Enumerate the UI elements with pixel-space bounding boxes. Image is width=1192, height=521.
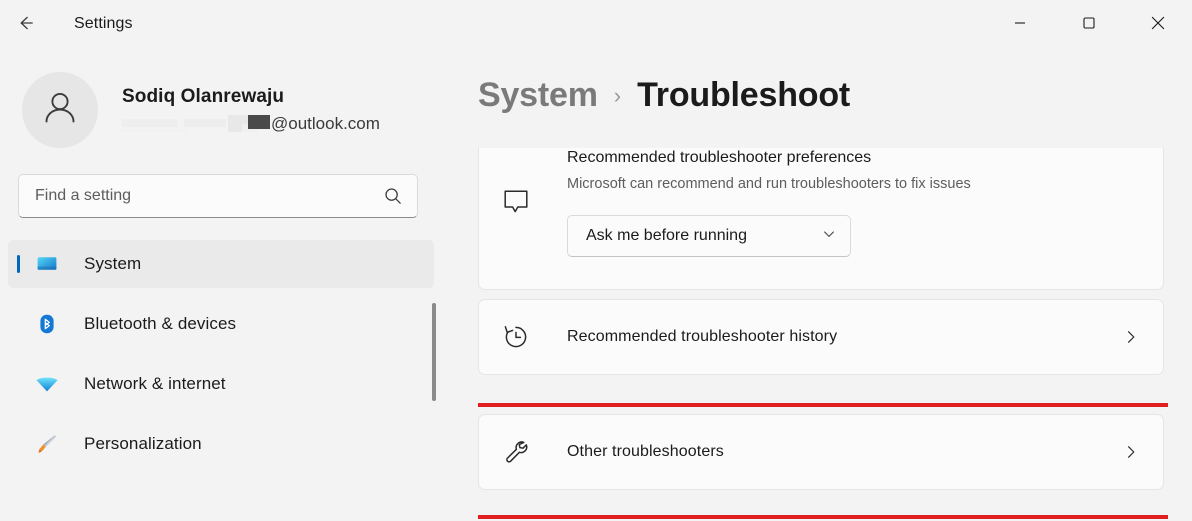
- email-domain: @outlook.com: [271, 112, 380, 136]
- bluetooth-icon: [34, 311, 60, 337]
- sidebar-item-label: Bluetooth & devices: [84, 314, 236, 334]
- wifi-icon: [34, 371, 60, 397]
- user-profile[interactable]: Sodiq Olanrewaju @outlook.com: [0, 48, 444, 148]
- settings-window: Settings: [0, 0, 1192, 521]
- sidebar-item-system[interactable]: System: [8, 240, 434, 288]
- profile-text: Sodiq Olanrewaju @outlook.com: [122, 85, 380, 136]
- sidebar-nav: System Bluetooth & devices: [0, 240, 444, 468]
- wrench-icon: [501, 437, 543, 467]
- maximize-icon: [1083, 17, 1095, 32]
- card-recommended-preferences: Recommended troubleshooter preferences M…: [478, 148, 1164, 290]
- breadcrumb-parent-system[interactable]: System: [478, 76, 598, 115]
- back-arrow-icon: [15, 13, 35, 36]
- avatar: [22, 72, 98, 148]
- breadcrumb-separator: ›: [614, 83, 621, 109]
- paintbrush-icon: [34, 431, 60, 457]
- title-bar: Settings: [0, 0, 1192, 48]
- minimize-icon: [1014, 17, 1026, 32]
- redacted-email-block: [122, 115, 270, 132]
- sidebar-item-label: Personalization: [84, 434, 202, 454]
- page-title: Troubleshoot: [637, 76, 850, 115]
- window-controls: [985, 0, 1192, 48]
- monitor-icon: [34, 251, 60, 277]
- main-content: System › Troubleshoot Recommended t: [444, 48, 1192, 521]
- search-icon[interactable]: [383, 186, 403, 206]
- sidebar-item-network-internet[interactable]: Network & internet: [8, 360, 434, 408]
- sidebar-item-label: Network & internet: [84, 374, 226, 394]
- search-input[interactable]: [35, 175, 383, 217]
- history-label: Recommended troubleshooter history: [567, 328, 1123, 346]
- back-button[interactable]: [8, 7, 42, 41]
- speech-bubble-icon: [501, 187, 531, 257]
- dropdown-value: Ask me before running: [586, 227, 747, 245]
- search-box[interactable]: [18, 174, 418, 218]
- preferences-subtitle: Microsoft can recommend and run troubles…: [567, 174, 1139, 194]
- chevron-right-icon: [1123, 444, 1139, 460]
- card-recommended-history[interactable]: Recommended troubleshooter history: [478, 299, 1164, 375]
- profile-email: @outlook.com: [122, 112, 380, 136]
- sidebar-scrollbar[interactable]: [432, 303, 436, 401]
- preferences-title: Recommended troubleshooter preferences: [567, 148, 1139, 169]
- sidebar: Sodiq Olanrewaju @outlook.com: [0, 48, 444, 521]
- sidebar-item-bluetooth-devices[interactable]: Bluetooth & devices: [8, 300, 434, 348]
- sidebar-item-personalization[interactable]: Personalization: [8, 420, 434, 468]
- user-avatar-icon: [38, 86, 82, 135]
- close-icon: [1151, 16, 1165, 33]
- maximize-button[interactable]: [1054, 0, 1123, 48]
- chevron-down-icon: [822, 227, 836, 246]
- app-title: Settings: [74, 15, 133, 33]
- breadcrumb: System › Troubleshoot: [444, 48, 1192, 115]
- card-other-troubleshooters[interactable]: Other troubleshooters: [478, 414, 1164, 490]
- other-troubleshooters-label: Other troubleshooters: [567, 443, 1123, 461]
- close-button[interactable]: [1123, 0, 1192, 48]
- chevron-right-icon: [1123, 329, 1139, 345]
- history-clock-icon: [501, 322, 543, 352]
- settings-cards: Recommended troubleshooter preferences M…: [478, 148, 1168, 521]
- profile-name: Sodiq Olanrewaju: [122, 85, 380, 109]
- recommended-preferences-dropdown[interactable]: Ask me before running: [567, 215, 851, 257]
- sidebar-item-label: System: [84, 254, 141, 274]
- minimize-button[interactable]: [985, 0, 1054, 48]
